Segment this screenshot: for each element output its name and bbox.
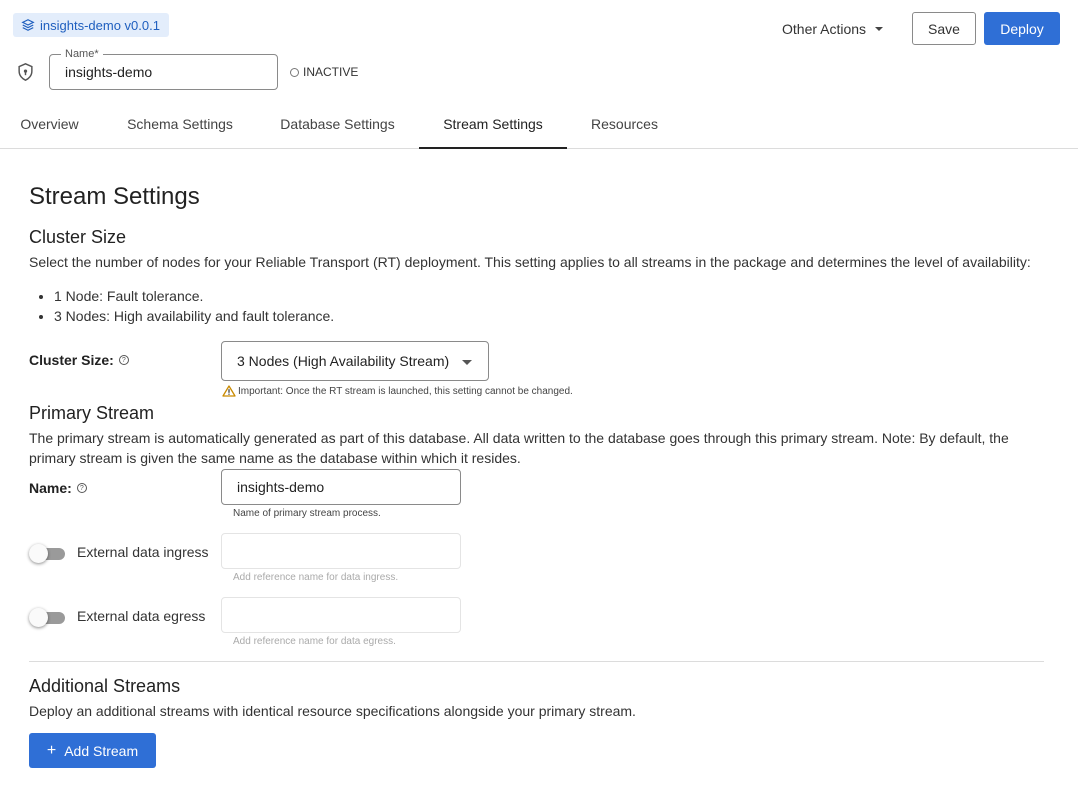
cluster-size-label-text: Cluster Size: [29,352,114,368]
additional-streams-description: Deploy an additional streams with identi… [29,703,636,719]
tab-stream-settings[interactable]: Stream Settings [419,100,567,149]
warning-triangle-icon [222,385,236,397]
list-item: 3 Nodes: High availability and fault tol… [54,306,334,326]
external-ingress-toggle[interactable] [29,543,65,563]
cluster-size-heading: Cluster Size [29,227,127,247]
cluster-size-warning-text: Important: Once the RT stream is launche… [238,385,573,397]
plus-icon: + [46,741,57,759]
cluster-size-warning: Important: Once the RT stream is launche… [222,385,573,397]
save-button[interactable]: Save [912,12,976,45]
primary-stream-heading: Primary Stream [29,403,155,423]
primary-stream-description: The primary stream is automatically gene… [29,430,1009,466]
tab-database-settings[interactable]: Database Settings [260,100,415,148]
caret-down-icon [462,360,472,365]
additional-streams-heading: Additional Streams [29,676,181,696]
list-item: 1 Node: Fault tolerance. [54,286,334,306]
external-ingress-label: External data ingress [77,544,209,560]
help-circle-icon[interactable]: ? [76,483,87,493]
ingress-reference-input[interactable] [221,533,461,569]
name-field-legend: Name* [61,47,103,61]
other-actions-label: Other Actions [782,21,867,37]
status-label: INACTIVE [303,65,359,79]
tab-overview[interactable]: Overview [0,100,99,148]
toggle-thumb [29,544,48,563]
status-dot-icon [290,67,299,77]
page-title: Stream Settings [29,183,200,210]
primary-stream-name-hint: Name of primary stream process. [233,508,381,519]
external-egress-label: External data egress [77,608,206,624]
primary-stream-name-input[interactable] [221,469,461,505]
section-divider [29,661,1044,662]
other-actions-menu[interactable]: Other Actions [782,18,884,40]
name-field: Name* [49,47,278,90]
egress-reference-hint: Add reference name for data egress. [233,636,396,647]
external-egress-toggle[interactable] [29,607,65,627]
cluster-size-description: Select the number of nodes for your Reli… [29,254,1031,270]
toggle-thumb [29,608,48,627]
primary-stream-name-label: Name: ? [29,480,87,496]
version-chip-label: insights-demo v0.0.1 [40,17,160,33]
deploy-button[interactable]: Deploy [984,12,1060,45]
version-chip[interactable]: insights-demo v0.0.1 [13,13,169,37]
cluster-size-selected: 3 Nodes (High Availability Stream) [237,353,450,369]
add-stream-label: Add Stream [64,742,139,759]
add-stream-button[interactable]: + Add Stream [29,733,156,768]
ingress-reference-hint: Add reference name for data ingress. [233,572,399,583]
primary-stream-name-label-text: Name: [29,480,72,496]
tab-bar: Overview Schema Settings Database Settin… [0,100,1078,149]
stack-icon [21,19,35,31]
status-indicator: INACTIVE [290,65,358,79]
tab-resources[interactable]: Resources [574,100,675,148]
cluster-size-select[interactable]: 3 Nodes (High Availability Stream) [221,341,489,381]
tab-schema-settings[interactable]: Schema Settings [107,100,253,148]
shield-icon [18,63,33,81]
help-circle-icon[interactable]: ? [118,355,129,365]
caret-down-icon [875,27,884,31]
cluster-size-label: Cluster Size: ? [29,352,129,368]
egress-reference-input[interactable] [221,597,461,633]
cluster-size-options-list: 1 Node: Fault tolerance. 3 Nodes: High a… [54,286,334,326]
